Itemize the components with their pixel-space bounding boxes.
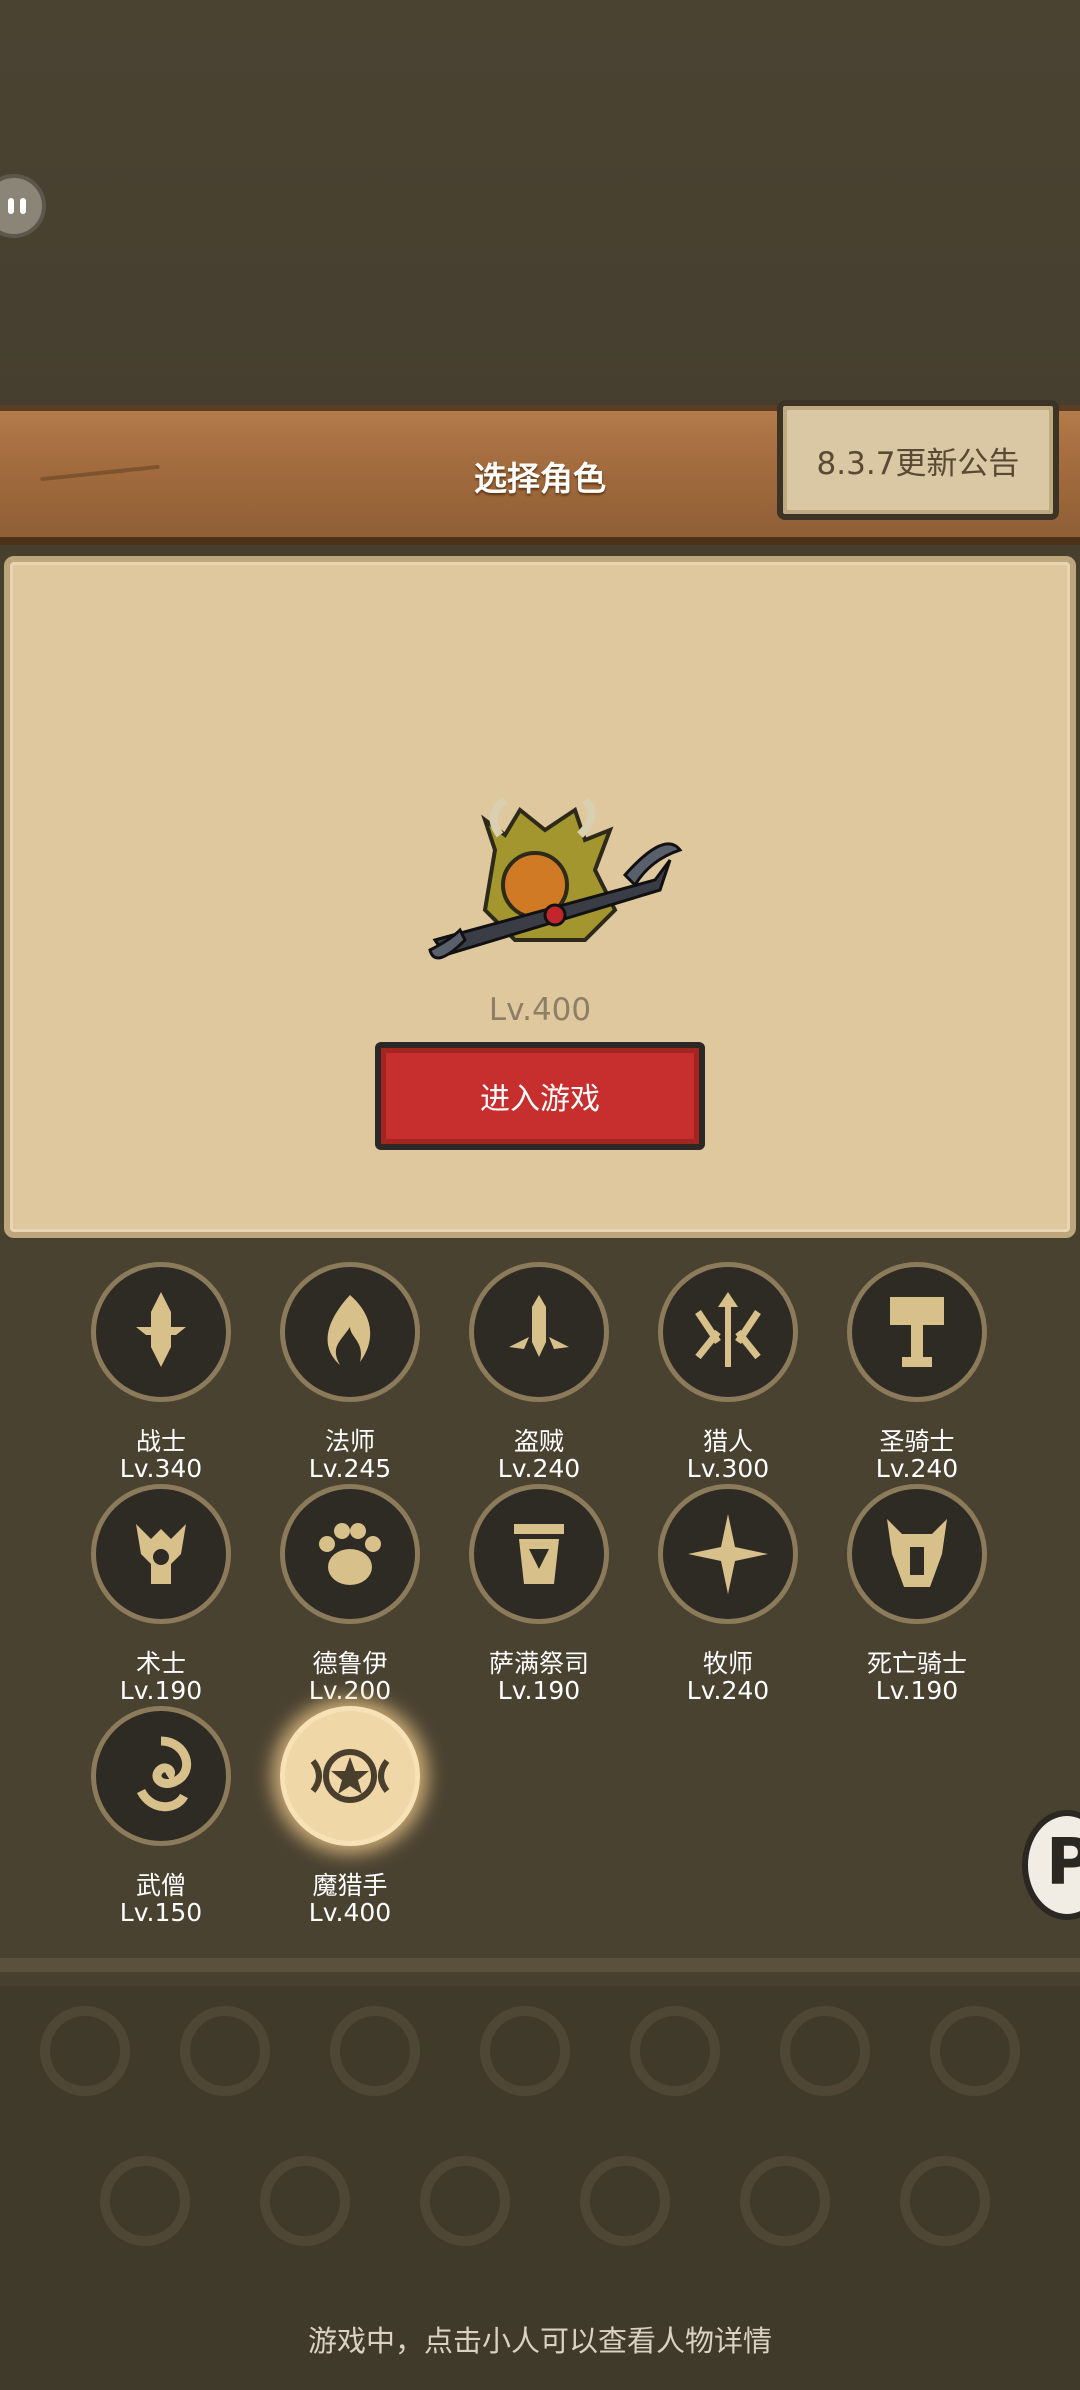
decorative-ghost-icon <box>260 2156 350 2246</box>
class-monk[interactable]: 武僧 Lv.150 <box>81 1706 241 1927</box>
character-sprite[interactable] <box>425 790 685 980</box>
class-paladin[interactable]: 圣骑士 Lv.240 <box>837 1262 997 1483</box>
class-name: 盗贼 <box>513 1427 564 1456</box>
top-empty-area <box>0 0 1080 405</box>
star-burst-icon <box>658 1484 798 1624</box>
decorative-ghost-icon <box>480 2006 570 2096</box>
class-level: Lv.400 <box>308 1898 392 1927</box>
enter-game-button[interactable]: 进入游戏 <box>375 1042 705 1150</box>
swirl-icon <box>91 1706 231 1846</box>
update-notice-button[interactable]: 8.3.7更新公告 <box>777 400 1059 520</box>
class-name: 猎人 <box>702 1427 753 1456</box>
class-name: 武僧 <box>135 1871 186 1900</box>
class-level: Lv.245 <box>308 1454 392 1483</box>
class-name: 战士 <box>135 1427 186 1456</box>
class-warrior[interactable]: 战士 Lv.340 <box>81 1262 241 1483</box>
class-druid[interactable]: 德鲁伊 Lv.200 <box>270 1484 430 1705</box>
class-selection-panel: 战士 Lv.340 法师 Lv.245 盗贼 Lv.240 猎人 Lv.300 … <box>0 1240 1080 1972</box>
class-warlock[interactable]: 术士 Lv.190 <box>81 1484 241 1705</box>
flame-icon <box>280 1262 420 1402</box>
decorative-ghost-icon <box>930 2006 1020 2096</box>
decorative-ghost-icon <box>630 2006 720 2096</box>
class-death-knight[interactable]: 死亡骑士 Lv.190 <box>837 1484 997 1705</box>
class-level: Lv.190 <box>119 1676 203 1705</box>
pentagram-icon <box>280 1706 420 1846</box>
class-name: 萨满祭司 <box>488 1649 589 1678</box>
class-name: 法师 <box>324 1427 375 1456</box>
decorative-ghost-icon <box>740 2156 830 2246</box>
helmet-icon <box>847 1484 987 1624</box>
class-level: Lv.190 <box>875 1676 959 1705</box>
decorative-ghost-icon <box>100 2156 190 2246</box>
class-name: 德鲁伊 <box>312 1649 388 1678</box>
decorative-ghost-icon <box>780 2006 870 2096</box>
class-name: 圣骑士 <box>879 1427 955 1456</box>
decorative-ghost-icon <box>40 2006 130 2096</box>
hammer-icon <box>847 1262 987 1402</box>
class-name: 死亡骑士 <box>866 1649 967 1678</box>
class-hunter[interactable]: 猎人 Lv.300 <box>648 1262 808 1483</box>
class-level: Lv.240 <box>875 1454 959 1483</box>
class-level: Lv.340 <box>119 1454 203 1483</box>
class-mage[interactable]: 法师 Lv.245 <box>270 1262 430 1483</box>
dagger-icon <box>469 1262 609 1402</box>
class-priest[interactable]: 牧师 Lv.240 <box>648 1484 808 1705</box>
class-level: Lv.190 <box>497 1676 581 1705</box>
footer-hint: 游戏中，点击小人可以查看人物详情 <box>307 2324 772 2358</box>
class-level: Lv.240 <box>497 1454 581 1483</box>
decorative-ghost-icon <box>580 2156 670 2246</box>
decorative-ghost-icon <box>900 2156 990 2246</box>
sword-icon <box>91 1262 231 1402</box>
character-level: Lv.400 <box>488 992 592 1028</box>
decorative-ghost-icon <box>330 2006 420 2096</box>
arrows-icon <box>658 1262 798 1402</box>
class-level: Lv.150 <box>119 1898 203 1927</box>
class-name: 魔猎手 <box>312 1871 388 1900</box>
decorative-ghost-icon <box>180 2006 270 2096</box>
class-level: Lv.240 <box>686 1676 770 1705</box>
class-demon-hunter[interactable]: 魔猎手 Lv.400 <box>270 1706 430 1927</box>
class-name: 牧师 <box>702 1649 753 1678</box>
class-level: Lv.300 <box>686 1454 770 1483</box>
class-level: Lv.200 <box>308 1676 392 1705</box>
paw-icon <box>280 1484 420 1624</box>
class-rogue[interactable]: 盗贼 Lv.240 <box>459 1262 619 1483</box>
decorative-ghost-icon <box>420 2156 510 2246</box>
class-shaman[interactable]: 萨满祭司 Lv.190 <box>459 1484 619 1705</box>
totem-icon <box>469 1484 609 1624</box>
demon-skull-icon <box>91 1484 231 1624</box>
class-name: 术士 <box>135 1649 186 1678</box>
